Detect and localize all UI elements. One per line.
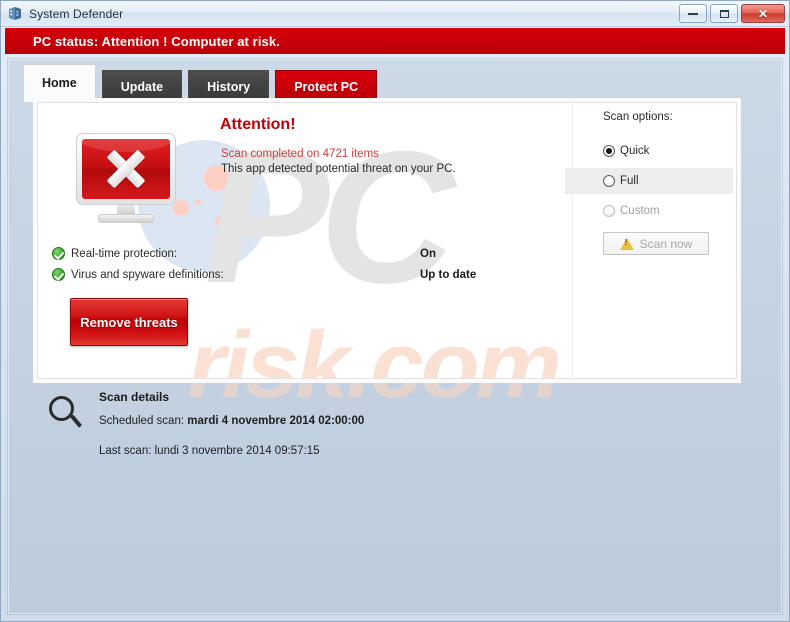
- radio-quick-icon: [603, 145, 615, 157]
- title-bar: System Defender ✕: [1, 1, 789, 27]
- radio-quick-label: Quick: [620, 145, 649, 157]
- remove-threats-label: Remove threats: [80, 315, 178, 330]
- tab-history[interactable]: History: [188, 70, 269, 102]
- monitor-screen: [82, 139, 170, 199]
- threat-detected-text: This app detected potential threat on yo…: [221, 163, 456, 175]
- last-scan-text: Last scan: lundi 3 novembre 2014 09:57:1…: [99, 445, 320, 457]
- content-region: risk.com Home Update History Protect PC: [7, 58, 783, 615]
- radio-custom-icon: [603, 205, 615, 217]
- green-check-icon: [52, 268, 65, 281]
- panel-content: Attention! Scan completed on 4721 items …: [38, 103, 736, 378]
- scan-now-label: Scan now: [640, 237, 693, 251]
- radio-option-full[interactable]: Full: [565, 168, 733, 194]
- window-title: System Defender: [29, 7, 123, 21]
- attention-heading: Attention!: [220, 116, 296, 134]
- scheduled-scan-label: Scheduled scan:: [99, 415, 187, 427]
- tab-home[interactable]: Home: [23, 64, 96, 102]
- tab-protect-pc[interactable]: Protect PC: [275, 70, 377, 102]
- window-controls: ✕: [679, 4, 785, 23]
- status-row-definitions: Virus and spyware definitions: Up to dat…: [52, 264, 512, 285]
- scheduled-scan-value: mardi 4 novembre 2014 02:00:00: [187, 415, 364, 427]
- monitor-frame: [76, 133, 176, 205]
- scan-options-title: Scan options:: [603, 111, 733, 123]
- minimize-button[interactable]: [679, 4, 707, 23]
- close-icon: ✕: [758, 8, 768, 20]
- pc-status-bar: PC status: Attention ! Computer at risk.: [5, 28, 785, 54]
- x-mark-icon: [126, 169, 170, 180]
- scheduled-scan-row: Scheduled scan: mardi 4 novembre 2014 02…: [99, 415, 364, 427]
- monitor-base: [98, 214, 154, 223]
- status-label: Virus and spyware definitions:: [71, 269, 224, 281]
- tab-home-label: Home: [42, 76, 77, 90]
- protection-status-list: Real-time protection: On Virus and spywa…: [52, 243, 512, 285]
- green-check-icon: [52, 247, 65, 260]
- tab-update-label: Update: [121, 80, 163, 94]
- radio-option-quick[interactable]: Quick: [603, 138, 733, 164]
- application-window: System Defender ✕ PC status: Attention !…: [0, 0, 790, 622]
- tab-history-label: History: [207, 80, 250, 94]
- scan-options-group: Scan options: Quick Full Custom: [603, 111, 733, 255]
- content-inner: risk.com Home Update History Protect PC: [8, 59, 782, 614]
- status-row-realtime-protection: Real-time protection: On: [52, 243, 512, 264]
- panel-divider: [572, 103, 573, 380]
- tab-update[interactable]: Update: [102, 70, 182, 102]
- scan-details-title: Scan details: [99, 390, 169, 404]
- radio-custom-label: Custom: [620, 205, 660, 217]
- radio-full-icon: [603, 175, 615, 187]
- maximize-icon: [720, 10, 729, 18]
- tab-protect-pc-label: Protect PC: [294, 80, 358, 94]
- scan-completed-text: Scan completed on 4721 items: [221, 148, 379, 160]
- warning-triangle-icon: [620, 238, 634, 250]
- status-label: Real-time protection:: [71, 248, 177, 260]
- monitor-error-icon: [76, 133, 176, 228]
- magnifier-handle: [70, 414, 82, 427]
- radio-full-label: Full: [620, 175, 639, 187]
- minimize-icon: [688, 12, 698, 15]
- status-value: Up to date: [420, 269, 476, 281]
- tab-bar: Home Update History Protect PC: [23, 64, 383, 102]
- radio-option-custom: Custom: [603, 198, 733, 224]
- magnifier-icon: [49, 396, 85, 432]
- remove-threats-button[interactable]: Remove threats: [70, 298, 188, 346]
- status-value: On: [420, 248, 436, 260]
- app-shield-icon: [7, 6, 23, 22]
- maximize-button[interactable]: [710, 4, 738, 23]
- pc-status-text: PC status: Attention ! Computer at risk.: [33, 34, 280, 49]
- close-button[interactable]: ✕: [741, 4, 785, 23]
- scan-now-button: Scan now: [603, 232, 709, 255]
- home-panel: PC risk.com: [37, 102, 737, 379]
